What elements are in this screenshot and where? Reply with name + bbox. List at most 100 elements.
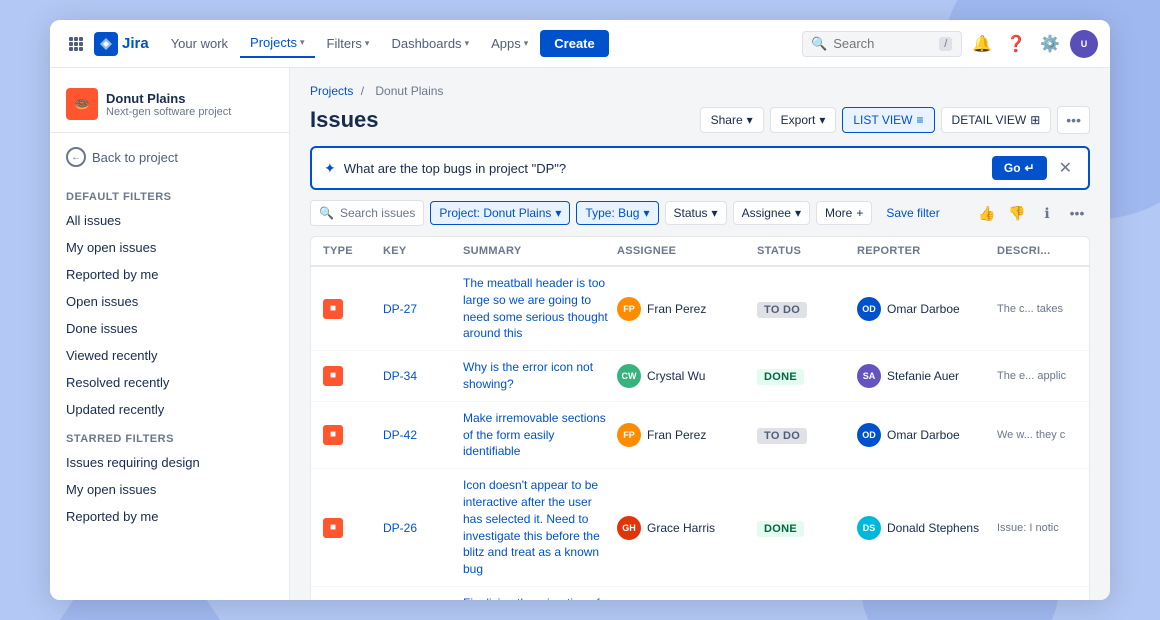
- share-button[interactable]: Share ▾: [700, 107, 764, 133]
- type-filter-chevron-icon: ▾: [643, 206, 649, 220]
- breadcrumb-projects[interactable]: Projects: [310, 84, 353, 98]
- sidebar-item-viewed-recently[interactable]: Viewed recently: [50, 342, 289, 369]
- export-button[interactable]: Export ▾: [770, 107, 837, 133]
- filter-search[interactable]: 🔍 Search issues: [310, 200, 424, 226]
- go-button[interactable]: Go ↵: [992, 156, 1047, 180]
- table-row[interactable]: DP-26 Icon doesn't appear to be interact…: [311, 469, 1089, 587]
- sidebar-item-issues-requiring-design[interactable]: Issues requiring design: [50, 449, 289, 476]
- back-icon: ←: [66, 147, 86, 167]
- sidebar-item-reported-by-me-starred[interactable]: Reported by me: [50, 503, 289, 530]
- info-icon[interactable]: ℹ: [1034, 200, 1060, 226]
- page-header: Issues Share ▾ Export ▾ LIST VIEW ≡: [310, 106, 1090, 134]
- sidebar-item-all-issues[interactable]: All issues: [50, 207, 289, 234]
- nav-items: Your work Projects ▾ Filters ▾ Dashboard…: [161, 29, 798, 58]
- list-view-button[interactable]: LIST VIEW ≡: [842, 107, 934, 133]
- page-title: Issues: [310, 107, 379, 133]
- issue-summary[interactable]: Make irremovable sections of the form ea…: [463, 410, 617, 460]
- col-descr: Descri...: [997, 245, 1077, 257]
- notifications-icon[interactable]: 🔔: [968, 30, 996, 58]
- project-type: Next-gen software project: [106, 106, 273, 118]
- status-badge: DONE: [757, 369, 804, 385]
- project-filter-chip[interactable]: Project: Donut Plains ▾: [430, 201, 570, 225]
- issue-summary[interactable]: The meatball header is too large so we a…: [463, 275, 617, 342]
- grid-icon[interactable]: [62, 30, 90, 58]
- issue-type-cell: [323, 366, 383, 386]
- status-badge: DONE: [757, 521, 804, 537]
- assignee-name: Grace Harris: [647, 521, 715, 535]
- col-summary: Summary: [463, 245, 617, 257]
- starred-filters-title: STARRED FILTERS: [50, 423, 289, 449]
- search-input[interactable]: [833, 36, 933, 51]
- table-row[interactable]: DP-34 Why is the error icon not showing?…: [311, 351, 1089, 402]
- user-avatar[interactable]: U: [1070, 30, 1098, 58]
- issue-summary[interactable]: Finalising the migration of *hgf* packag…: [463, 595, 617, 600]
- assignee-cell: CW Crystal Wu: [617, 364, 757, 388]
- nav-apps[interactable]: Apps ▾: [481, 30, 538, 57]
- status-filter-chevron-icon: ▾: [712, 206, 718, 220]
- col-assignee: Assignee: [617, 245, 757, 257]
- issue-summary[interactable]: Why is the error icon not showing?: [463, 359, 617, 393]
- sidebar-item-my-open-issues-starred[interactable]: My open issues: [50, 476, 289, 503]
- issue-key[interactable]: DP-42: [383, 428, 463, 442]
- sidebar-item-reported-by-me[interactable]: Reported by me: [50, 261, 289, 288]
- issue-key[interactable]: DP-27: [383, 302, 463, 316]
- reporter-name: Omar Darboe: [887, 428, 960, 442]
- sidebar-item-my-open-issues[interactable]: My open issues: [50, 234, 289, 261]
- issue-key[interactable]: DP-26: [383, 521, 463, 535]
- search-box[interactable]: 🔍 /: [802, 31, 962, 57]
- create-button[interactable]: Create: [540, 30, 608, 57]
- assignee-avatar: CW: [617, 364, 641, 388]
- go-arrow-icon: ↵: [1025, 161, 1035, 175]
- more-filters-chip[interactable]: More +: [816, 201, 872, 225]
- filter-bar: 🔍 Search issues Project: Donut Plains ▾ …: [310, 200, 1090, 226]
- apps-chevron-icon: ▾: [524, 38, 529, 49]
- filter-actions: 👍 👎 ℹ •••: [974, 200, 1090, 226]
- issue-type-cell: [323, 425, 383, 445]
- help-icon[interactable]: ❓: [1002, 30, 1030, 58]
- issues-table: Type Key Summary Assignee Status Reporte…: [310, 236, 1090, 600]
- settings-icon[interactable]: ⚙️: [1036, 30, 1064, 58]
- nav-projects[interactable]: Projects ▾: [240, 29, 315, 58]
- assignee-avatar: GH: [617, 516, 641, 540]
- description-cell: Issue: I notic: [997, 522, 1077, 534]
- table-row[interactable]: DP-42 Make irremovable sections of the f…: [311, 402, 1089, 469]
- nav-dashboards[interactable]: Dashboards ▾: [381, 30, 479, 57]
- filter-more-icon[interactable]: •••: [1064, 200, 1090, 226]
- nav-right-area: 🔍 / 🔔 ❓ ⚙️ U: [802, 30, 1098, 58]
- back-to-project[interactable]: ← Back to project: [50, 141, 289, 173]
- sidebar-item-updated-recently[interactable]: Updated recently: [50, 396, 289, 423]
- reporter-cell: DS Donald Stephens: [857, 516, 997, 540]
- sidebar-item-resolved-recently[interactable]: Resolved recently: [50, 369, 289, 396]
- reporter-avatar: OD: [857, 423, 881, 447]
- save-filter-link[interactable]: Save filter: [878, 202, 947, 224]
- thumbs-up-icon[interactable]: 👍: [974, 200, 1000, 226]
- assignee-name: Fran Perez: [647, 302, 706, 316]
- nav-filters[interactable]: Filters ▾: [317, 30, 380, 57]
- list-view-icon: ≡: [917, 113, 924, 127]
- detail-view-button[interactable]: DETAIL VIEW ⊞: [941, 107, 1052, 133]
- ai-sparkle-icon: ✦: [324, 160, 336, 177]
- table-row[interactable]: DP-29 Finalising the migration of *hgf* …: [311, 587, 1089, 600]
- breadcrumb: Projects / Donut Plains: [310, 84, 1090, 98]
- assignee-cell: GH Grace Harris: [617, 516, 757, 540]
- status-filter-chip[interactable]: Status ▾: [665, 201, 727, 225]
- col-status: Status: [757, 245, 857, 257]
- jira-logo[interactable]: Jira: [94, 32, 149, 56]
- page-content: Projects / Donut Plains Issues Share ▾ E…: [290, 68, 1110, 600]
- more-options-button[interactable]: •••: [1057, 106, 1090, 134]
- ai-search-input[interactable]: [344, 161, 984, 176]
- type-filter-chip[interactable]: Type: Bug ▾: [576, 201, 658, 225]
- thumbs-down-icon[interactable]: 👎: [1004, 200, 1030, 226]
- sidebar-item-done-issues[interactable]: Done issues: [50, 315, 289, 342]
- issue-summary[interactable]: Icon doesn't appear to be interactive af…: [463, 477, 617, 578]
- status-badge: TO DO: [757, 428, 807, 444]
- issue-key[interactable]: DP-34: [383, 369, 463, 383]
- export-chevron-icon: ▾: [819, 113, 825, 127]
- more-filters-plus-icon: +: [856, 206, 863, 220]
- sidebar-item-open-issues[interactable]: Open issues: [50, 288, 289, 315]
- close-ai-search-button[interactable]: ✕: [1055, 158, 1076, 178]
- assignee-filter-chip[interactable]: Assignee ▾: [733, 201, 810, 225]
- nav-your-work[interactable]: Your work: [161, 30, 238, 57]
- table-row[interactable]: DP-27 The meatball header is too large s…: [311, 267, 1089, 351]
- default-filters-title: DEFAULT FILTERS: [50, 181, 289, 207]
